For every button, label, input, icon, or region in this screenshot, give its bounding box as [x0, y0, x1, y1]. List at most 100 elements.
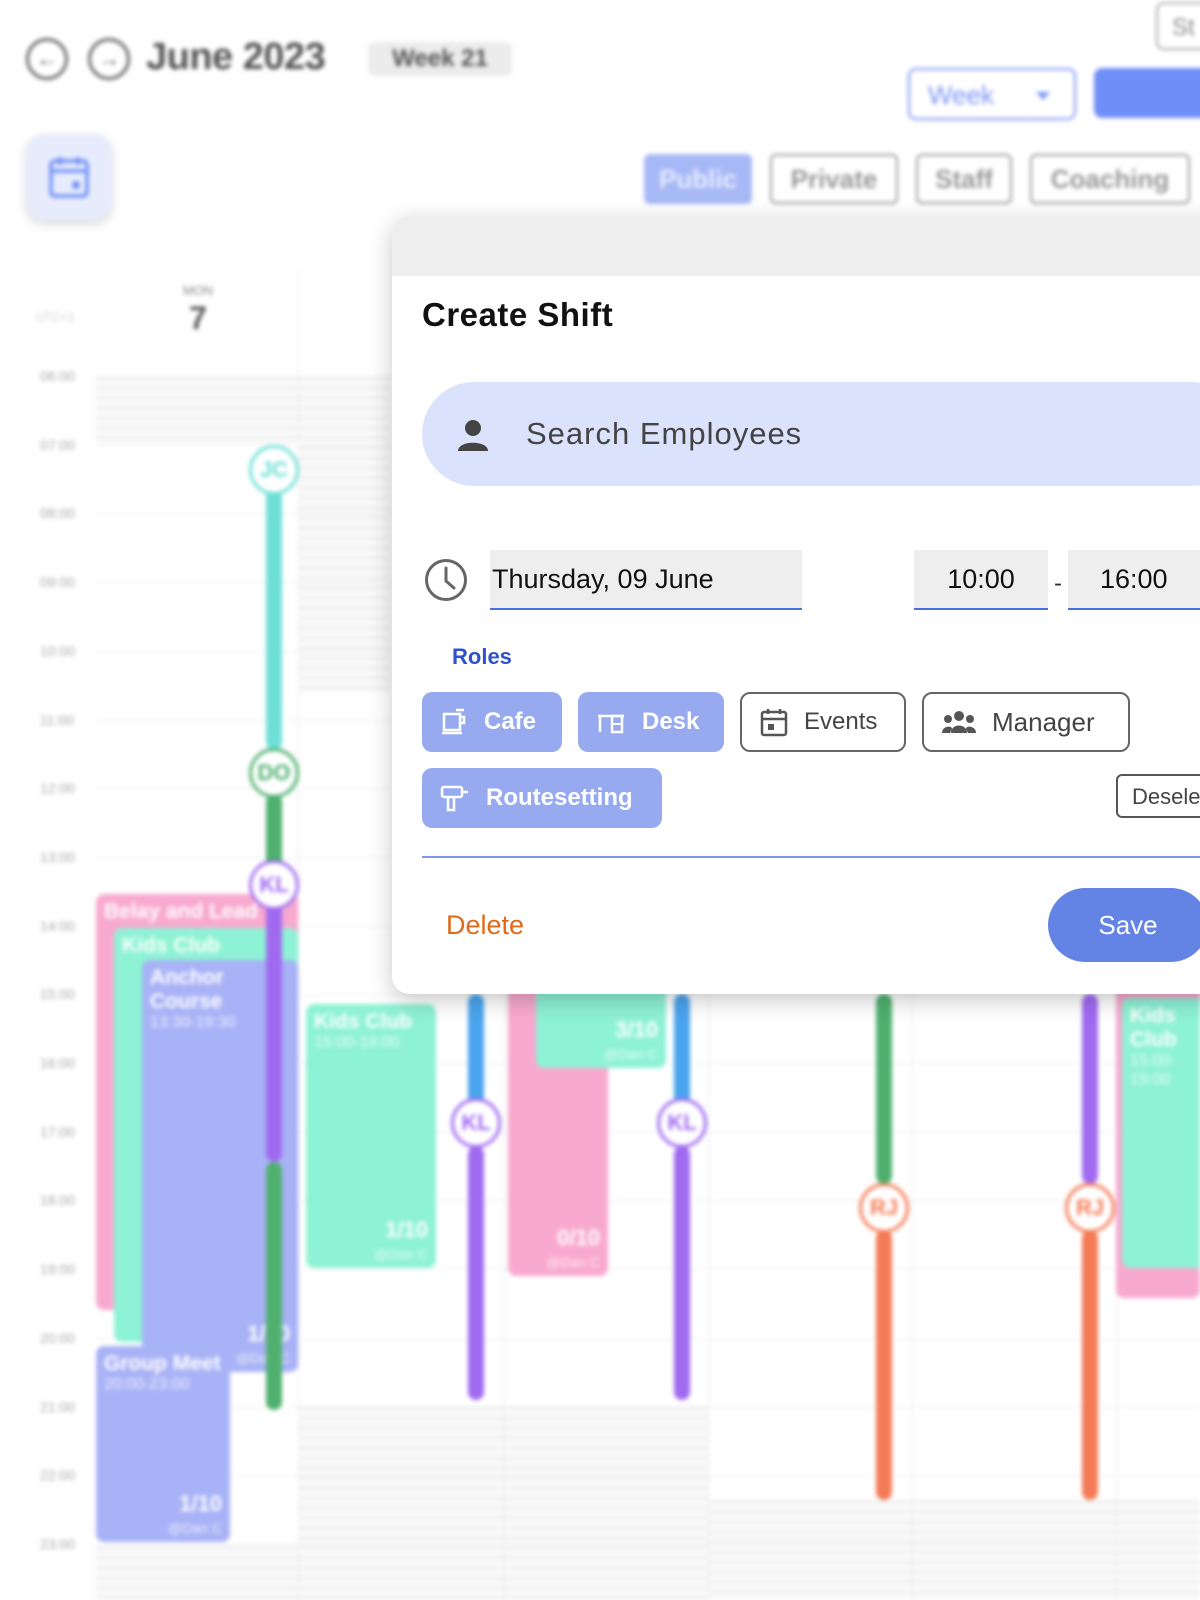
hour-label: 14:00: [40, 917, 76, 934]
event-time: 20:00-23:00: [104, 1376, 190, 1394]
event-owner: @Dan C: [374, 1245, 428, 1262]
staff-shift-bar[interactable]: [1082, 1230, 1098, 1500]
group-icon: [942, 709, 976, 735]
role-desk[interactable]: Desk: [578, 692, 724, 752]
staff-avatar[interactable]: KL: [451, 1098, 501, 1148]
calendar-picker-button[interactable]: [26, 134, 112, 220]
closed-hours: [298, 1406, 708, 1600]
event-card[interactable]: Group Meet 20:00-23:00 1/10 @Dan C: [96, 1346, 230, 1542]
search-employees-input[interactable]: [526, 412, 1200, 456]
staff-shift-bar[interactable]: [266, 904, 282, 1162]
hour-label: 18:00: [40, 1192, 76, 1209]
staff-avatar[interactable]: DO: [249, 748, 299, 798]
staff-avatar[interactable]: RJ: [1065, 1183, 1115, 1233]
hour-label: 12:00: [40, 780, 76, 797]
event-count: 3/10: [615, 1016, 658, 1042]
prev-arrow-icon[interactable]: ←: [26, 38, 68, 80]
staff-shift-bar[interactable]: [468, 994, 484, 1104]
role-routesetting[interactable]: Routesetting: [422, 768, 662, 828]
day-header[interactable]: MON 7: [150, 283, 246, 337]
filter-public[interactable]: Public: [644, 154, 752, 204]
next-arrow-icon[interactable]: →: [88, 38, 130, 80]
end-time-field[interactable]: 16:00: [1068, 550, 1200, 610]
filter-coaching[interactable]: Coaching: [1030, 154, 1190, 204]
role-events[interactable]: Events: [740, 692, 906, 752]
event-card[interactable]: Kids Club 15:00-19:00 1/10 @Dan C: [306, 1004, 436, 1268]
hour-label: 19:00: [40, 1261, 76, 1278]
day-number: 7: [189, 300, 207, 336]
save-button[interactable]: Save: [1048, 888, 1200, 962]
calendar-icon: [760, 707, 788, 737]
start-time-field[interactable]: 10:00: [914, 550, 1048, 610]
primary-action-button[interactable]: [1094, 68, 1200, 118]
hour-label: 16:00: [40, 1055, 76, 1071]
drill-icon: [440, 784, 470, 812]
role-label: Manager: [992, 706, 1095, 737]
staff-avatar[interactable]: RJ: [859, 1183, 909, 1233]
create-shift-modal: Create Shift Thursday, 09 June 10:00 - 1…: [392, 216, 1200, 994]
hour-gridline: [96, 1475, 1200, 1477]
day-name: MON: [182, 283, 214, 298]
role-label: Cafe: [484, 708, 537, 735]
clock-icon: [425, 559, 467, 601]
top-right-button[interactable]: St: [1156, 2, 1200, 50]
staff-shift-bar[interactable]: [266, 1162, 282, 1410]
event-title: Kids Club: [122, 934, 220, 957]
staff-shift-bar[interactable]: [674, 994, 690, 1104]
closed-hours: [708, 1500, 1200, 1600]
event-time: 15:00-19:00: [314, 1034, 400, 1052]
hour-label: 10:00: [40, 642, 76, 659]
week-badge: Week 21: [368, 42, 512, 76]
hour-gridline: [96, 1406, 1200, 1408]
role-label: Desk: [642, 708, 700, 735]
hour-label: 21:00: [40, 1398, 76, 1415]
closed-hours: [96, 1546, 298, 1600]
role-manager[interactable]: Manager: [922, 692, 1130, 752]
event-owner: @Dan C: [604, 1045, 658, 1062]
employee-search[interactable]: [422, 382, 1200, 486]
hour-label: 20:00: [40, 1329, 76, 1346]
staff-avatar[interactable]: JC: [249, 445, 299, 495]
shift-date-field[interactable]: Thursday, 09 June: [490, 550, 802, 610]
event-count: 1/10: [385, 1216, 428, 1242]
staff-avatar[interactable]: KL: [249, 860, 299, 910]
time-separator: -: [1054, 570, 1062, 597]
staff-shift-bar[interactable]: [1082, 994, 1098, 1184]
event-owner: @Dan C: [168, 1519, 222, 1536]
view-select[interactable]: Week: [908, 68, 1076, 120]
event-title: Kids Club: [314, 1010, 412, 1033]
event-owner: @Dan C: [546, 1253, 600, 1270]
staff-shift-bar[interactable]: [266, 488, 282, 750]
staff-avatar[interactable]: KL: [657, 1098, 707, 1148]
hour-label: 22:00: [40, 1467, 76, 1484]
filter-staff[interactable]: Staff: [916, 154, 1012, 204]
hour-label: 23:00: [40, 1535, 76, 1552]
event-card[interactable]: Kids Club 15:00-19:00: [1116, 980, 1200, 1298]
hour-label: 08:00: [40, 505, 76, 522]
role-label: Events: [804, 708, 878, 735]
modal-header-bar: [392, 216, 1200, 276]
modal-title: Create Shift: [422, 296, 614, 333]
calendar-icon: [49, 157, 89, 198]
staff-shift-bar[interactable]: [674, 1146, 690, 1400]
event-title: Group Meet: [104, 1352, 221, 1375]
hour-label: 09:00: [40, 574, 76, 591]
delete-button[interactable]: Delete: [446, 910, 524, 941]
person-icon: [458, 420, 488, 451]
staff-shift-bar[interactable]: [876, 994, 892, 1184]
roles-label: Roles: [452, 644, 512, 669]
staff-shift-bar[interactable]: [876, 1230, 892, 1500]
timezone-label: UTC+1: [36, 310, 75, 324]
closed-hours: [96, 376, 298, 444]
hour-label: 06:00: [40, 368, 76, 384]
desk-icon: [596, 708, 626, 736]
view-select-value: Week: [928, 80, 994, 110]
hour-label: 15:00: [40, 986, 76, 1003]
hour-label: 17:00: [40, 1123, 76, 1140]
filter-private[interactable]: Private: [770, 154, 898, 204]
staff-shift-bar[interactable]: [468, 1146, 484, 1400]
modal-divider: [422, 856, 1200, 858]
deselect-all-button[interactable]: Deselect: [1116, 774, 1200, 818]
role-cafe[interactable]: Cafe: [422, 692, 562, 752]
role-label: Routesetting: [486, 784, 633, 811]
